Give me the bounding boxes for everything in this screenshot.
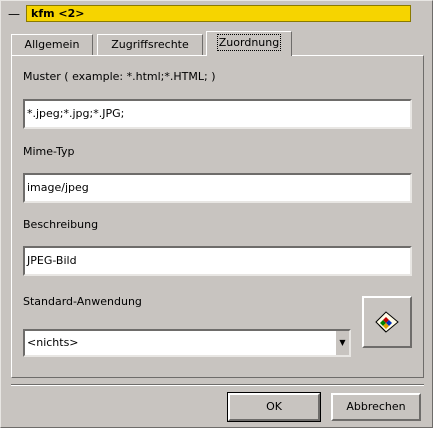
tab-zuordnung-label: Zuordnung [216,34,282,51]
default-application-select[interactable]: <nichts> ▼ [23,329,351,357]
tab-zuordnung[interactable]: Zuordnung [206,31,292,56]
mime-type-label: Mime-Typ [23,145,75,158]
default-application-label: Standard-Anwendung [23,295,142,308]
zuordnung-panel: Muster ( example: *.html;*.HTML; ) *.jpe… [11,55,424,378]
description-label: Beschreibung [23,218,99,231]
image-file-icon [375,311,399,333]
tab-zugriffsrechte[interactable]: Zugriffsrechte [97,34,203,55]
bottom-separator [11,384,424,386]
pattern-input[interactable]: *.jpeg;*.jpg;*.JPG; [23,99,412,129]
cancel-button[interactable]: Abbrechen [331,393,421,421]
pattern-label: Muster ( example: *.html;*.HTML; ) [23,70,216,83]
tab-zugriffsrechte-label: Zugriffsrechte [111,38,189,51]
description-input[interactable]: JPEG-Bild [23,246,412,276]
chevron-down-icon[interactable]: ▼ [335,331,349,355]
dialog-window: — kfm <2> Allgemein Zugriffsrechte Zuord… [0,0,433,428]
tab-allgemein-label: Allgemein [24,38,80,51]
tab-allgemein[interactable]: Allgemein [11,34,93,55]
mime-type-input[interactable]: image/jpeg [23,173,412,203]
window-menu-icon[interactable]: — [6,7,22,21]
title-bar: — kfm <2> [4,4,429,24]
default-application-value: <nichts> [27,336,79,349]
ok-button[interactable]: OK [227,392,321,422]
icon-select-button[interactable] [362,296,412,348]
title-field: kfm <2> [26,5,411,22]
window-title: kfm <2> [31,7,85,20]
